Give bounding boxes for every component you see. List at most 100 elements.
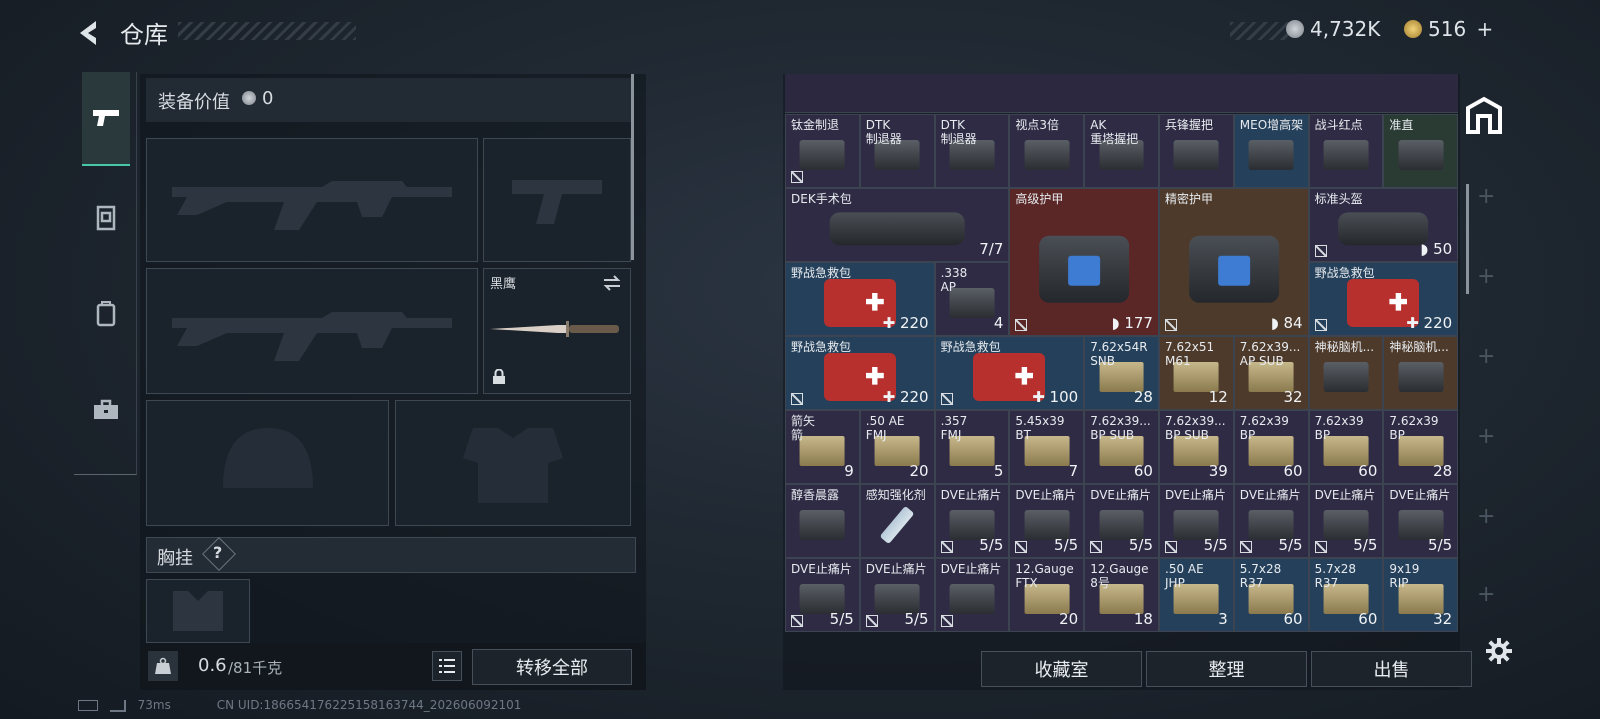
inventory-item[interactable]: 5.7x28 R37 60 [1308, 558, 1384, 632]
chest-rig-slot[interactable] [146, 579, 250, 643]
inventory-item[interactable]: 5.7x28 R37 60 [1233, 558, 1309, 632]
item-count: ✚ 220 [882, 314, 929, 332]
inventory-item[interactable]: DVE止痛片 5/5 [785, 558, 860, 632]
premium-coin-icon [1404, 20, 1422, 38]
add-page-button[interactable]: + [1477, 344, 1495, 369]
inventory-item[interactable]: 视点3倍 [1009, 114, 1085, 188]
add-page-button[interactable]: + [1477, 424, 1495, 449]
inventory-scrollbar[interactable] [1466, 184, 1469, 294]
item-name: 野战急救包 [940, 340, 1001, 354]
inventory-item[interactable]: 5.45x39 BT 7 [1009, 410, 1085, 484]
add-page-button[interactable]: + [1477, 504, 1495, 529]
item-name: 准直 [1389, 118, 1414, 132]
settings-gear-icon[interactable] [1484, 636, 1514, 666]
inventory-item[interactable]: DTK 制退器 [859, 114, 935, 188]
warehouse-icon[interactable] [1462, 94, 1506, 138]
inventory-item[interactable]: .50 AE FMJ 20 [859, 410, 935, 484]
item-count: 5/5 [1278, 536, 1303, 554]
inventory-item[interactable]: 7.62x39... AP SUB 32 [1233, 336, 1309, 410]
inventory-item[interactable]: 7.62x54R SNB 28 [1084, 336, 1159, 410]
sidearm-slot[interactable] [483, 138, 631, 262]
inventory-item[interactable]: .338 AP 4 [934, 262, 1010, 336]
inventory-item[interactable]: DVE止痛片 [934, 558, 1010, 632]
add-page-button[interactable]: + [1477, 264, 1495, 289]
tab-armor[interactable] [82, 172, 130, 264]
equipment-scrollbar[interactable] [631, 74, 634, 260]
inventory-item[interactable]: 12.Gauge 8号 18 [1084, 558, 1159, 632]
item-name: 5.7x28 R37 [1314, 562, 1357, 590]
gray-item-icon [799, 509, 845, 540]
inventory-item[interactable]: 兵锋握把 [1159, 114, 1234, 188]
sell-button[interactable]: 出售 [1311, 651, 1472, 687]
inventory-item[interactable]: 9x19 RIP 32 [1383, 558, 1458, 632]
tab-case[interactable] [82, 364, 130, 456]
transfer-all-button[interactable]: 转移全部 [472, 649, 632, 685]
inventory-item[interactable]: 高级护甲 ◗ 177 [1009, 188, 1159, 336]
inventory-item[interactable]: 精密护甲 ◗ 84 [1159, 188, 1309, 336]
body-armor-slot[interactable] [395, 400, 631, 526]
inventory-item[interactable]: DEK手术包 7/7 [785, 188, 1010, 262]
inventory-item[interactable]: 醇香晨露 [785, 484, 860, 558]
inventory-item[interactable]: DVE止痛片 5/5 [1233, 484, 1309, 558]
add-page-button[interactable]: + [1477, 184, 1495, 209]
helmet-slot[interactable] [146, 400, 389, 526]
item-name: 神秘脑机... [1389, 340, 1449, 354]
inventory-item[interactable]: 7.62x39 BP 28 [1383, 410, 1458, 484]
inventory-item[interactable]: DVE止痛片 5/5 [934, 484, 1010, 558]
inventory-item[interactable]: 12.Gauge FTX 20 [1009, 558, 1085, 632]
item-name: 高级护甲 [1015, 192, 1064, 206]
swap-icon[interactable] [602, 275, 622, 291]
bag-item-icon [829, 211, 965, 246]
inventory-item[interactable]: AK 重塔握把 [1084, 114, 1159, 188]
list-view-button[interactable] [432, 651, 462, 681]
item-name: DTK 制退器 [865, 118, 902, 146]
inventory-item[interactable]: 神秘脑机... [1383, 336, 1458, 410]
chest-rig-header: 胸挂 ? [146, 537, 636, 573]
sort-button[interactable]: 整理 [1146, 651, 1307, 687]
currency-premium[interactable]: 516 + [1404, 17, 1493, 41]
back-arrow-icon[interactable] [74, 18, 104, 48]
inventory-item[interactable]: 7.62x39 BP 60 [1308, 410, 1384, 484]
collection-room-button[interactable]: 收藏室 [981, 651, 1142, 687]
inventory-item[interactable]: 战斗红点 [1308, 114, 1384, 188]
item-name: 野战急救包 [791, 340, 852, 354]
inventory-item[interactable]: DVE止痛片 5/5 [859, 558, 935, 632]
inventory-item[interactable]: 野战急救包 ✚ 220 [785, 336, 935, 410]
inventory-item[interactable]: 箭矢 箭 9 [785, 410, 860, 484]
tab-backpack[interactable] [82, 268, 130, 360]
ping-text: 73ms [137, 698, 171, 712]
inventory-item[interactable]: .50 AE JHP 3 [1159, 558, 1234, 632]
add-page-button[interactable]: + [1477, 582, 1495, 607]
inventory-item[interactable]: 神秘脑机... [1308, 336, 1384, 410]
item-count: ✚ 100 [1032, 388, 1079, 406]
help-icon[interactable]: ? [213, 543, 222, 562]
inventory-item[interactable]: 钛金制退 [785, 114, 860, 188]
coin-icon [242, 91, 256, 105]
inventory-item[interactable]: DVE止痛片 5/5 [1009, 484, 1085, 558]
melee-slot[interactable]: 黑鹰 [483, 268, 631, 394]
inventory-item[interactable]: DVE止痛片 5/5 [1383, 484, 1458, 558]
inventory-item[interactable]: DVE止痛片 5/5 [1159, 484, 1234, 558]
add-currency-button[interactable]: + [1477, 17, 1494, 41]
inventory-item[interactable]: 感知强化剂 [859, 484, 935, 558]
primary-weapon-slot[interactable] [146, 138, 478, 262]
inventory-item[interactable]: 7.62x39 BP 60 [1233, 410, 1309, 484]
inventory-item[interactable]: .357 FMJ 5 [934, 410, 1010, 484]
inventory-item[interactable]: 7.62x39... BP SUB 39 [1159, 410, 1234, 484]
inventory-item[interactable]: DVE止痛片 5/5 [1308, 484, 1384, 558]
inventory-item[interactable]: 标准头盔 ◗ 50 [1308, 188, 1458, 262]
tab-weapons[interactable] [82, 72, 130, 166]
inventory-item[interactable]: 野战急救包 ✚ 100 [934, 336, 1085, 410]
inventory-item[interactable]: 7.62x39... BP SUB 60 [1084, 410, 1159, 484]
currency-decoration [1230, 22, 1290, 40]
item-name: 9x19 RIP [1389, 562, 1420, 590]
inventory-item[interactable]: 野战急救包 ✚ 220 [1308, 262, 1458, 336]
inventory-item[interactable]: DTK 制退器 [934, 114, 1010, 188]
inventory-item[interactable]: 7.62x51 M61 12 [1159, 336, 1234, 410]
inventory-item[interactable]: MEO增高架 [1233, 114, 1309, 188]
inventory-item[interactable]: DVE止痛片 5/5 [1084, 484, 1159, 558]
secondary-weapon-slot[interactable] [146, 268, 478, 394]
inventory-item[interactable]: 准直 [1383, 114, 1458, 188]
item-count: 20 [1059, 610, 1079, 628]
inventory-item[interactable]: 野战急救包 ✚ 220 [785, 262, 935, 336]
